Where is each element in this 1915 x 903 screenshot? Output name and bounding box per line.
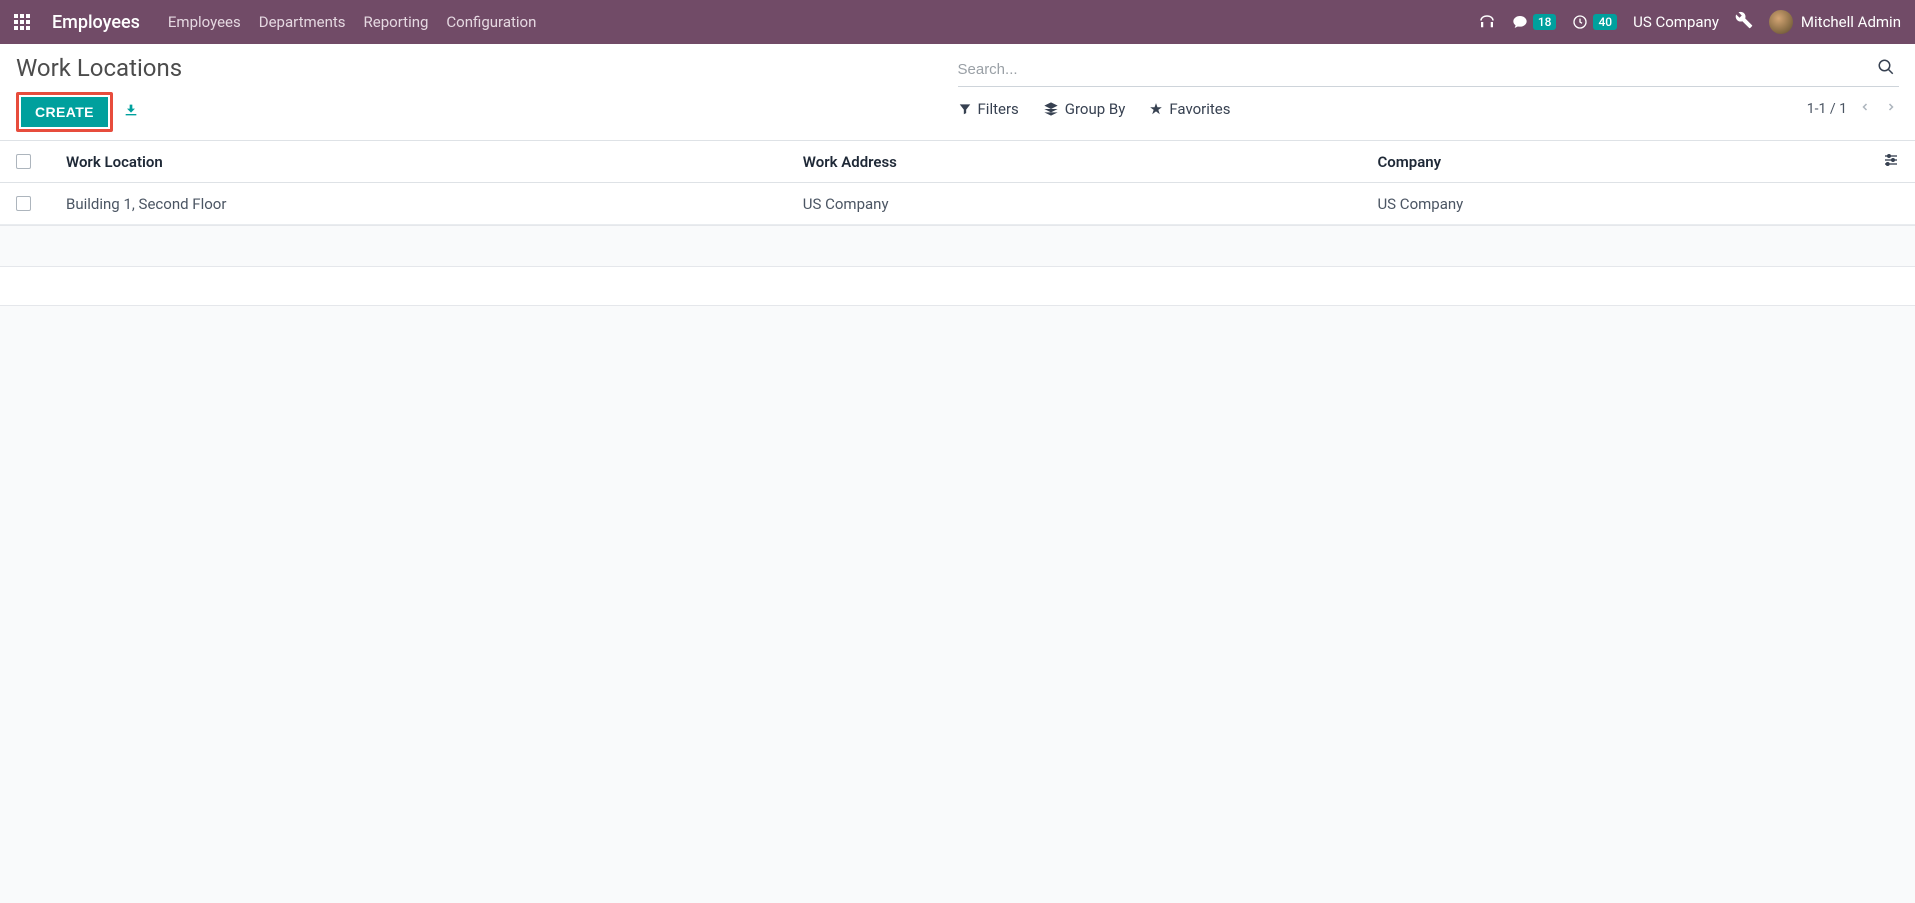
apps-icon[interactable] — [14, 14, 30, 30]
group-by-dropdown[interactable]: Group By — [1043, 100, 1126, 118]
control-panel: Work Locations CREATE — [0, 44, 1915, 141]
col-work-location[interactable]: Work Location — [66, 153, 803, 171]
nav-employees[interactable]: Employees — [168, 13, 241, 31]
top-navbar: Employees Employees Departments Reportin… — [0, 0, 1915, 44]
user-menu[interactable]: Mitchell Admin — [1769, 10, 1901, 34]
activities-button[interactable]: 40 — [1572, 14, 1617, 30]
create-button-highlight: CREATE — [16, 92, 113, 132]
nav-configuration[interactable]: Configuration — [446, 13, 536, 31]
voip-icon[interactable] — [1478, 13, 1496, 31]
nav-reporting[interactable]: Reporting — [364, 13, 429, 31]
company-switcher[interactable]: US Company — [1633, 13, 1719, 31]
footer-band — [0, 266, 1915, 306]
debug-icon[interactable] — [1735, 11, 1753, 33]
pager: 1-1 / 1 — [1807, 99, 1899, 119]
search-icon[interactable] — [1873, 58, 1899, 80]
select-all-checkbox[interactable] — [16, 154, 31, 169]
list-header: Work Location Work Address Company — [0, 141, 1915, 183]
col-company[interactable]: Company — [1377, 153, 1849, 171]
messages-button[interactable]: 18 — [1512, 14, 1557, 30]
options-icon[interactable] — [1883, 152, 1899, 172]
create-button[interactable]: CREATE — [21, 97, 108, 127]
list-view: Work Location Work Address Company Build… — [0, 141, 1915, 226]
messages-badge: 18 — [1533, 14, 1557, 30]
favorites-dropdown[interactable]: Favorites — [1149, 100, 1230, 118]
filters-label: Filters — [978, 100, 1019, 118]
search-input[interactable] — [958, 61, 1874, 78]
row-checkbox[interactable] — [16, 196, 31, 211]
cell-work-location: Building 1, Second Floor — [66, 195, 803, 213]
avatar — [1769, 10, 1793, 34]
user-name: Mitchell Admin — [1801, 13, 1901, 31]
cell-work-address: US Company — [803, 195, 1378, 213]
nav-departments[interactable]: Departments — [259, 13, 346, 31]
table-row[interactable]: Building 1, Second Floor US Company US C… — [0, 183, 1915, 225]
download-icon[interactable] — [123, 102, 139, 122]
activities-badge: 40 — [1593, 14, 1617, 30]
app-brand[interactable]: Employees — [52, 12, 140, 33]
pager-next-icon[interactable] — [1883, 99, 1899, 119]
pager-text: 1-1 / 1 — [1807, 101, 1847, 117]
favorites-label: Favorites — [1169, 100, 1230, 118]
group-by-label: Group By — [1065, 100, 1126, 118]
cell-company: US Company — [1377, 195, 1849, 213]
page-title: Work Locations — [16, 54, 958, 82]
col-work-address[interactable]: Work Address — [803, 153, 1378, 171]
search-bar — [958, 54, 1900, 87]
pager-prev-icon[interactable] — [1857, 99, 1873, 119]
filters-dropdown[interactable]: Filters — [958, 100, 1019, 118]
